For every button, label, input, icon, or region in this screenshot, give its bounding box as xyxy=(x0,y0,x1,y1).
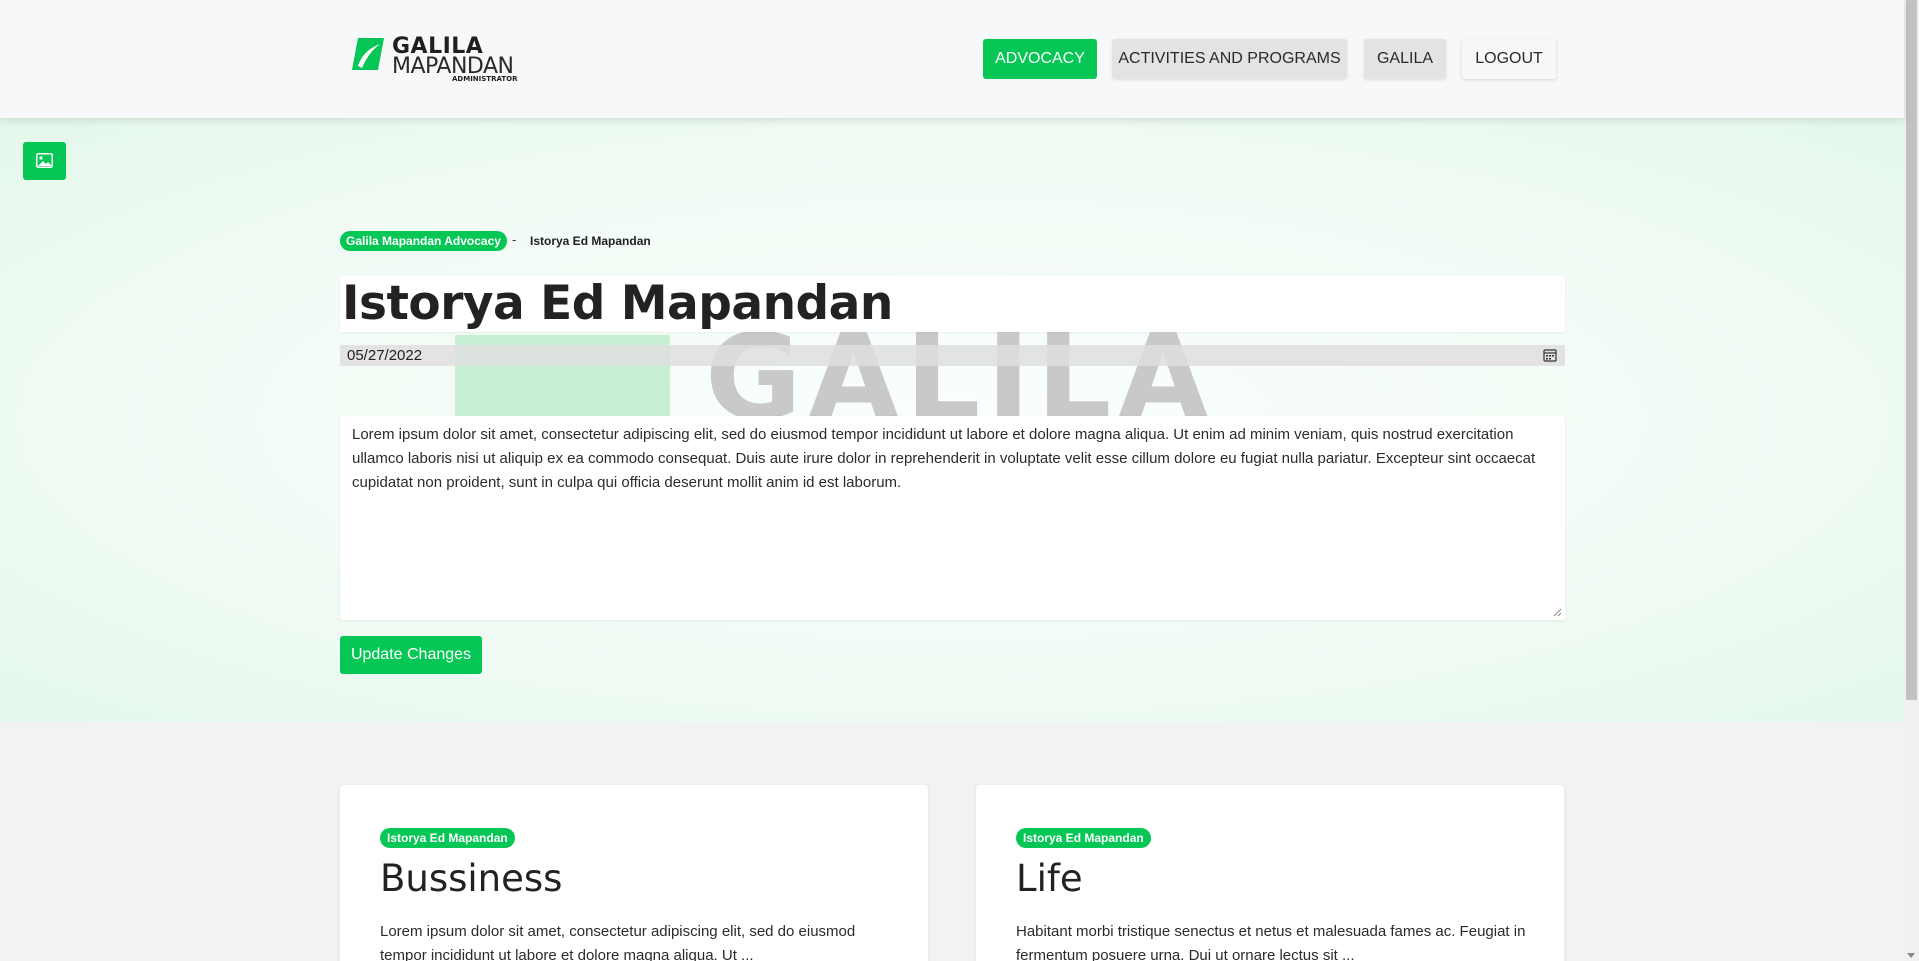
description-textarea-value: Lorem ipsum dolor sit amet, consectetur … xyxy=(352,426,1536,491)
leaf-logo-icon xyxy=(352,38,384,70)
scroll-down-arrow-icon[interactable] xyxy=(1907,953,1915,958)
nav-advocacy-button[interactable]: ADVOCACY xyxy=(983,39,1097,79)
card-excerpt: Lorem ipsum dolor sit amet, consectetur … xyxy=(380,923,856,961)
update-changes-button[interactable]: Update Changes xyxy=(340,636,482,674)
card-category-badge: Istorya Ed Mapandan xyxy=(1016,828,1151,848)
logo-text-administrator: ADMINISTRATOR xyxy=(452,75,518,83)
card-excerpt: Habitant morbi tristique senectus et net… xyxy=(1016,923,1526,961)
description-textarea[interactable]: Lorem ipsum dolor sit amet, consectetur … xyxy=(340,416,1565,620)
image-icon xyxy=(36,153,53,168)
calendar-icon[interactable] xyxy=(1543,348,1557,362)
title-input[interactable]: Istorya Ed Mapandan xyxy=(340,276,1565,332)
breadcrumb-separator: - xyxy=(512,232,517,247)
date-input[interactable]: 05/27/2022 xyxy=(340,345,1565,366)
card-title: Life xyxy=(1016,857,1083,900)
nav-galila-button[interactable]: GALILA xyxy=(1364,39,1446,79)
change-image-button[interactable] xyxy=(23,142,66,180)
scrollbar-thumb[interactable] xyxy=(1906,0,1917,700)
top-navbar: GALILA MAPANDAN ADMINISTRATOR ADVOCACY A… xyxy=(0,0,1904,118)
title-input-value: Istorya Ed Mapandan xyxy=(342,276,893,331)
article-card[interactable]: Istorya Ed Mapandan Life Habitant morbi … xyxy=(976,785,1564,961)
breadcrumb-parent-link[interactable]: Galila Mapandan Advocacy xyxy=(340,231,507,251)
card-category-badge: Istorya Ed Mapandan xyxy=(380,828,515,848)
article-card[interactable]: Istorya Ed Mapandan Bussiness Lorem ipsu… xyxy=(340,785,928,961)
card-title: Bussiness xyxy=(380,857,563,900)
logout-button[interactable]: LOGOUT xyxy=(1462,39,1556,79)
breadcrumb-current: Istorya Ed Mapandan xyxy=(530,234,651,248)
resize-handle-icon[interactable] xyxy=(1552,607,1562,617)
date-input-value: 05/27/2022 xyxy=(347,347,423,364)
watermark: GALILA xyxy=(455,330,1215,420)
vertical-scrollbar[interactable] xyxy=(1904,0,1919,961)
galila-mapandan-logo[interactable]: GALILA MAPANDAN ADMINISTRATOR xyxy=(350,34,520,86)
nav-activities-button[interactable]: ACTIVITIES AND PROGRAMS xyxy=(1112,39,1347,79)
watermark-text: GALILA xyxy=(705,330,1215,420)
